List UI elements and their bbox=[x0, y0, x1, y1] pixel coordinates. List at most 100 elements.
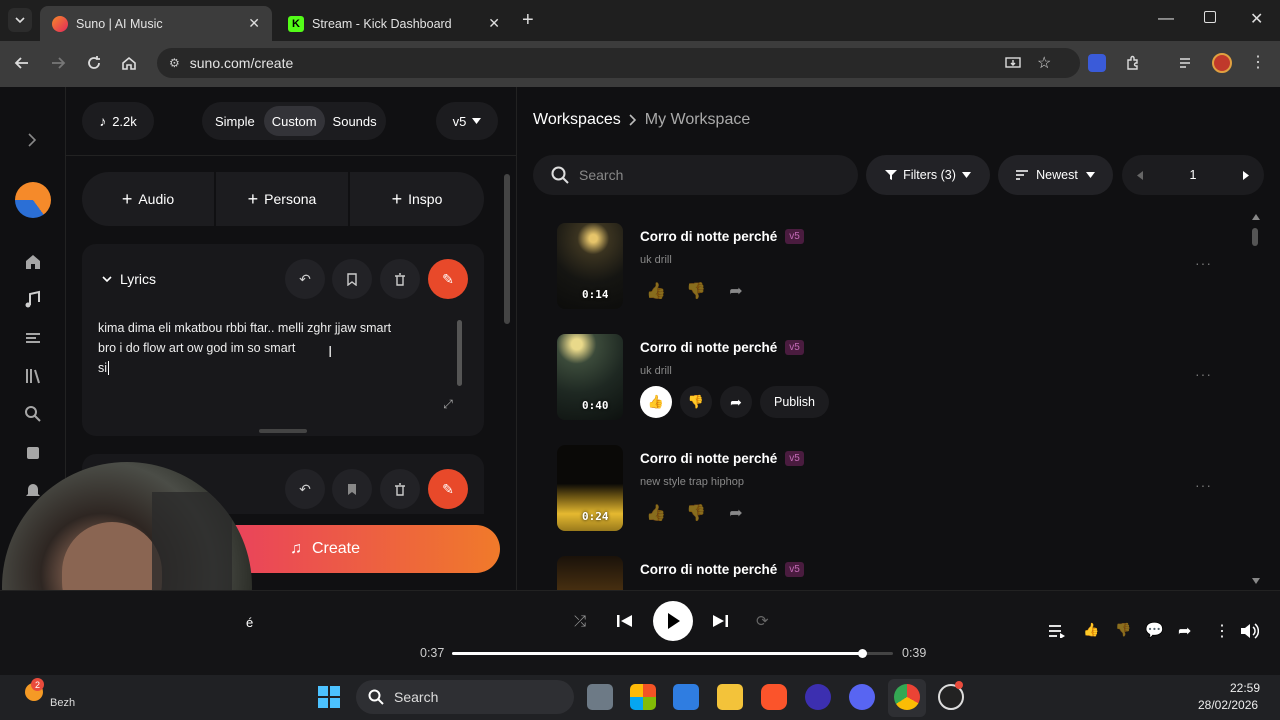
model-version-select[interactable]: v5 bbox=[436, 102, 498, 140]
library-icon[interactable] bbox=[23, 366, 43, 386]
song-list-scrollbar[interactable] bbox=[1252, 214, 1260, 584]
windows-start-icon[interactable] bbox=[318, 686, 340, 708]
clear-style-button[interactable] bbox=[380, 469, 420, 509]
window-close-button[interactable]: ✕ bbox=[1250, 9, 1263, 29]
save-lyrics-button[interactable] bbox=[332, 259, 372, 299]
address-bar[interactable]: ⚙ suno.com/create ☆ bbox=[157, 48, 1080, 78]
mode-simple-tab[interactable]: Simple bbox=[206, 106, 264, 136]
workspace-search[interactable]: Search bbox=[533, 155, 858, 195]
next-track-icon[interactable] bbox=[713, 614, 728, 628]
search-icon[interactable] bbox=[23, 404, 43, 424]
home-icon[interactable] bbox=[23, 252, 43, 272]
suno-logo[interactable] bbox=[15, 182, 51, 218]
previous-track-icon[interactable] bbox=[617, 614, 632, 628]
media-control-icon[interactable] bbox=[1178, 55, 1194, 71]
song-style-tag[interactable]: uk drill bbox=[640, 254, 672, 266]
undo-button[interactable]: ↶ bbox=[285, 259, 325, 299]
browser-menu-icon[interactable]: ⋮ bbox=[1250, 52, 1266, 72]
copilot-icon[interactable] bbox=[673, 684, 699, 710]
song-cover[interactable] bbox=[557, 556, 623, 590]
song-cover[interactable]: 0:40 bbox=[557, 334, 623, 420]
progress-track[interactable] bbox=[452, 649, 893, 658]
more-options-icon[interactable]: ⋮ bbox=[1214, 621, 1230, 641]
song-row[interactable]: Corro di notte perché v5 bbox=[533, 543, 1263, 590]
tab-kick[interactable]: K Stream - Kick Dashboard ✕ bbox=[276, 6, 512, 41]
clock-time[interactable]: 22:59 bbox=[1230, 681, 1260, 695]
like-icon[interactable]: 👍 bbox=[646, 281, 666, 301]
extensions-puzzle-icon[interactable] bbox=[1125, 55, 1141, 71]
queue-icon[interactable] bbox=[1049, 624, 1065, 638]
microsoft-store-icon[interactable] bbox=[630, 684, 656, 710]
share-icon[interactable]: ➦ bbox=[1178, 621, 1191, 641]
publish-button[interactable]: Publish bbox=[760, 386, 829, 418]
dislike-icon[interactable]: 👎 bbox=[680, 386, 712, 418]
restore-button[interactable] bbox=[1204, 11, 1216, 23]
new-tab-button[interactable]: + bbox=[522, 9, 534, 32]
song-title[interactable]: Corro di notte perché bbox=[640, 229, 777, 244]
lyrics-textarea[interactable]: kima dima eli mkatbou rbbi ftar.. melli … bbox=[98, 318, 428, 378]
song-style-tag[interactable]: uk drill bbox=[640, 365, 672, 377]
creator-scrollbar[interactable] bbox=[504, 158, 512, 503]
more-options-icon[interactable]: ··· bbox=[1195, 477, 1212, 493]
progress-thumb[interactable] bbox=[858, 649, 868, 658]
filters-button[interactable]: Filters (3) bbox=[866, 155, 990, 195]
next-page-button[interactable] bbox=[1228, 155, 1264, 195]
undo-button[interactable]: ↶ bbox=[285, 469, 325, 509]
share-icon[interactable]: ➦ bbox=[720, 386, 752, 418]
dislike-icon[interactable]: 👎 bbox=[1115, 622, 1131, 638]
add-inspo-button[interactable]: + Inspo bbox=[350, 172, 484, 226]
generate-style-button[interactable]: ✎ bbox=[428, 469, 468, 509]
weather-text[interactable]: Bezh bbox=[50, 697, 75, 709]
back-icon[interactable] bbox=[14, 55, 30, 71]
expand-sidebar-icon[interactable] bbox=[26, 133, 38, 147]
song-title[interactable]: Corro di notte perché bbox=[640, 340, 777, 355]
create-music-icon[interactable] bbox=[23, 290, 43, 310]
shuffle-icon[interactable]: ⤮ bbox=[574, 613, 586, 630]
install-app-icon[interactable] bbox=[1005, 55, 1021, 71]
clear-lyrics-button[interactable] bbox=[380, 259, 420, 299]
extension-shield-icon[interactable] bbox=[1088, 54, 1106, 72]
dislike-icon[interactable]: 👎 bbox=[686, 281, 706, 301]
scroll-up-icon[interactable] bbox=[1252, 214, 1260, 220]
add-persona-button[interactable]: + Persona bbox=[216, 172, 350, 226]
mode-sounds-tab[interactable]: Sounds bbox=[325, 106, 385, 136]
task-view-icon[interactable] bbox=[587, 684, 613, 710]
save-style-button[interactable] bbox=[332, 469, 372, 509]
now-playing-title[interactable]: é bbox=[246, 615, 253, 630]
song-row[interactable]: 0:14 Corro di notte perché v5 uk drill 👍… bbox=[533, 210, 1263, 320]
hooks-icon[interactable] bbox=[23, 442, 43, 462]
share-icon[interactable]: ➦ bbox=[726, 503, 746, 523]
like-icon[interactable]: 👍 bbox=[1083, 622, 1099, 638]
credits-badge[interactable]: ♪ 2.2k bbox=[82, 102, 154, 140]
scroll-down-icon[interactable] bbox=[1252, 578, 1260, 584]
dislike-icon[interactable]: 👎 bbox=[686, 503, 706, 523]
play-button[interactable] bbox=[653, 601, 693, 641]
add-audio-button[interactable]: + Audio bbox=[82, 172, 216, 226]
comments-icon[interactable]: 💬 bbox=[1145, 621, 1164, 639]
lyrics-scrollbar[interactable] bbox=[457, 320, 462, 386]
share-icon[interactable]: ➦ bbox=[726, 281, 746, 301]
song-title[interactable]: Corro di notte perché bbox=[640, 451, 777, 466]
prev-page-button[interactable] bbox=[1122, 155, 1158, 195]
more-options-icon[interactable]: ··· bbox=[1195, 255, 1212, 271]
app-circle-icon[interactable] bbox=[805, 684, 831, 710]
mode-custom-tab[interactable]: Custom bbox=[263, 106, 325, 136]
forward-icon[interactable] bbox=[50, 55, 66, 71]
tab-search-button[interactable] bbox=[8, 8, 32, 32]
close-icon[interactable]: ✕ bbox=[248, 15, 260, 32]
sort-button[interactable]: Newest bbox=[998, 155, 1113, 195]
home-icon[interactable] bbox=[121, 55, 137, 71]
profile-avatar[interactable] bbox=[1212, 53, 1232, 73]
song-title[interactable]: Corro di notte perché bbox=[640, 562, 777, 577]
breadcrumb-root[interactable]: Workspaces bbox=[533, 111, 621, 129]
resize-handle[interactable] bbox=[259, 429, 307, 433]
chrome-icon[interactable] bbox=[894, 684, 920, 710]
more-options-icon[interactable]: ··· bbox=[1195, 366, 1212, 382]
song-cover[interactable]: 0:14 bbox=[557, 223, 623, 309]
studio-icon[interactable] bbox=[23, 328, 43, 348]
repeat-icon[interactable]: ⟳ bbox=[756, 612, 769, 630]
file-explorer-icon[interactable] bbox=[717, 684, 743, 710]
volume-icon[interactable] bbox=[1241, 623, 1259, 639]
expand-icon[interactable]: ⤢ bbox=[434, 390, 462, 418]
discord-icon[interactable] bbox=[849, 684, 875, 710]
